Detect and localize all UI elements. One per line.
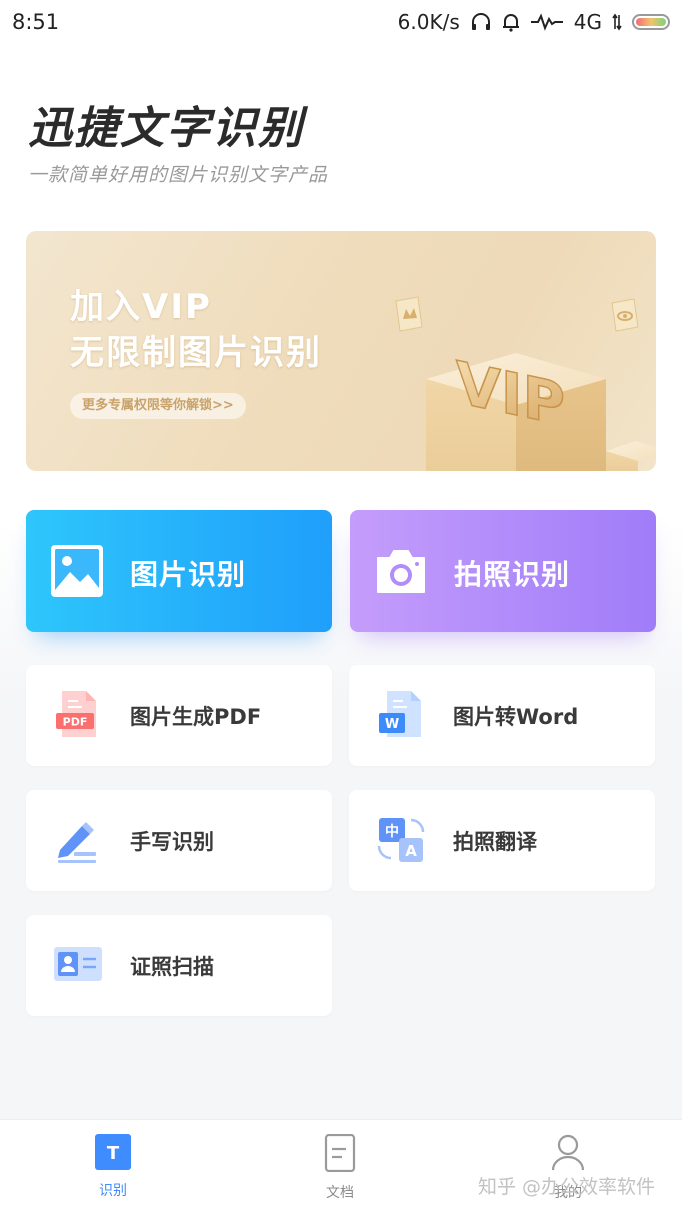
handwriting-recognition-label: 手写识别 [130, 830, 214, 854]
status-icons: 6.0K/s 4G [398, 10, 670, 34]
photo-recognition-button[interactable]: 拍照识别 [350, 510, 656, 632]
pen-icon [58, 822, 96, 863]
photo-recognition-label: 拍照识别 [454, 558, 571, 591]
banner-title: 加入VIP [70, 287, 212, 327]
status-bar: 8:51 6.0K/s 4G [0, 0, 682, 44]
photo-translate-label: 拍照翻译 [453, 830, 537, 854]
id-card-icon [54, 947, 102, 981]
svg-text:T: T [107, 1143, 120, 1164]
id-scan-label: 证照扫描 [130, 955, 214, 979]
battery-icon [632, 14, 670, 30]
vip-banner[interactable]: 加入VIP 无限制图片识别 更多专属权限等你解锁>> VIP [26, 231, 656, 471]
vip-3d-illustration: VIP [395, 296, 656, 471]
document-icon [324, 1133, 356, 1173]
app-screen: 8:51 6.0K/s 4G 迅捷文字识别 一款简单好用的图片识别文字产品 加入… [0, 0, 682, 1213]
image-to-pdf-card[interactable]: PDF 图片生成PDF [26, 665, 332, 766]
handwriting-recognition-card[interactable]: 手写识别 [26, 790, 332, 891]
image-recognition-button[interactable]: 图片识别 [26, 510, 332, 632]
nav-label-documents: 文档 [326, 1185, 354, 1201]
id-scan-card[interactable]: 证照扫描 [26, 915, 332, 1016]
data-arrows-icon [612, 13, 622, 31]
image-recognition-label: 图片识别 [130, 558, 247, 591]
t-text-icon: T [95, 1134, 131, 1170]
image-icon [51, 545, 103, 597]
headphones-icon [470, 12, 492, 32]
eye-badge-icon [611, 298, 639, 332]
pdf-file-icon: PDF [56, 691, 96, 737]
translate-icon: 中 A [377, 818, 425, 862]
camera-icon [377, 550, 425, 593]
signal-activity-icon [530, 13, 564, 31]
image-to-pdf-label: 图片生成PDF [130, 705, 262, 729]
crown-badge-icon [395, 296, 423, 332]
network-type: 4G [573, 10, 602, 34]
svg-text:A: A [405, 842, 417, 860]
nav-tab-documents[interactable]: 文档 [300, 1133, 380, 1202]
status-time: 8:51 [12, 10, 60, 34]
word-file-icon: W [379, 691, 421, 737]
bell-icon [502, 12, 520, 32]
image-to-word-card[interactable]: W 图片转Word [349, 665, 655, 766]
app-title: 迅捷文字识别 [28, 103, 304, 154]
svg-text:PDF: PDF [63, 716, 88, 729]
banner-unlock-pill[interactable]: 更多专属权限等你解锁>> [70, 393, 246, 419]
image-to-word-label: 图片转Word [453, 705, 579, 729]
photo-translate-card[interactable]: 中 A 拍照翻译 [349, 790, 655, 891]
svg-text:中: 中 [385, 823, 399, 840]
banner-subtitle: 无限制图片识别 [70, 333, 322, 373]
nav-label-recognize: 识别 [99, 1183, 127, 1199]
app-subtitle: 一款简单好用的图片识别文字产品 [28, 164, 329, 186]
user-icon [551, 1134, 585, 1171]
watermark-text: 知乎 @办公效率软件 [478, 1176, 656, 1198]
net-speed: 6.0K/s [397, 10, 460, 34]
nav-tab-recognize[interactable]: T 识别 [73, 1134, 153, 1200]
svg-text:W: W [385, 717, 399, 732]
